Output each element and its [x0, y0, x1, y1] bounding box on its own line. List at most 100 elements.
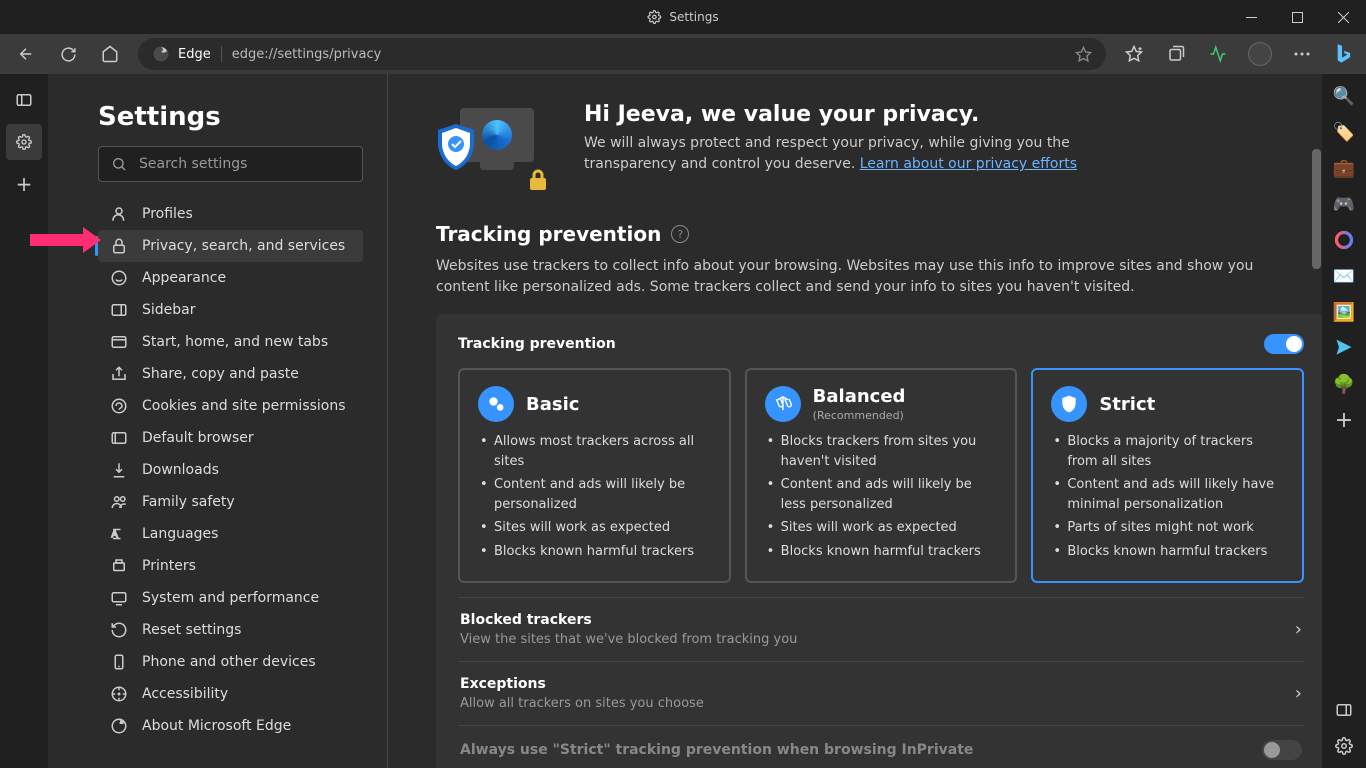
sidebar-item-accessibility[interactable]: Accessibility — [98, 678, 363, 710]
profile-avatar[interactable] — [1240, 36, 1280, 72]
refresh-button[interactable] — [48, 36, 88, 72]
tracking-card-basic[interactable]: Basic Allows most trackers across all si… — [458, 368, 731, 583]
nav-icon — [110, 685, 128, 703]
new-tab-button[interactable]: + — [6, 166, 42, 202]
nav-icon — [110, 237, 128, 255]
url-text: edge://settings/privacy — [232, 47, 382, 62]
sidebar-item-family-safety[interactable]: Family safety — [98, 486, 363, 518]
window-titlebar: Settings — [0, 0, 1366, 34]
nav-icon — [110, 301, 128, 319]
browser-toolbar: Edge edge://settings/privacy — [0, 34, 1366, 74]
info-icon[interactable]: ? — [671, 225, 689, 243]
inprivate-strict-row: Always use "Strict" tracking prevention … — [458, 725, 1304, 768]
tracking-panel: Tracking prevention Basic Allows most tr… — [436, 314, 1326, 768]
nav-icon — [110, 557, 128, 575]
sidebar-item-reset-settings[interactable]: Reset settings — [98, 614, 363, 646]
sidebar-item-appearance[interactable]: Appearance — [98, 262, 363, 294]
edge-logo-icon — [482, 120, 512, 150]
sidebar-item-default-browser[interactable]: Default browser — [98, 422, 363, 454]
search-icon — [111, 156, 127, 172]
nav-label: Accessibility — [142, 686, 228, 702]
tree-icon[interactable]: 🌳 — [1332, 372, 1356, 396]
tracking-toggle[interactable] — [1264, 334, 1304, 354]
nav-icon — [110, 653, 128, 671]
tracking-toggle-label: Tracking prevention — [458, 336, 616, 352]
nav-label: Downloads — [142, 462, 219, 478]
balanced-icon — [765, 386, 801, 422]
tracking-card-balanced[interactable]: Balanced(Recommended) Blocks trackers fr… — [745, 368, 1018, 583]
tracking-card-strict[interactable]: Strict Blocks a majority of trackers fro… — [1031, 368, 1304, 583]
blocked-trackers-row[interactable]: Blocked trackersView the sites that we'v… — [458, 597, 1304, 661]
sidebar-item-phone-and-other-devices[interactable]: Phone and other devices — [98, 646, 363, 678]
tools-icon[interactable]: 💼 — [1332, 156, 1356, 180]
image-edit-icon[interactable]: 🖼️ — [1332, 300, 1356, 324]
back-button[interactable] — [6, 36, 46, 72]
nav-label: Sidebar — [142, 302, 196, 318]
nav-icon — [110, 429, 128, 447]
chevron-right-icon: › — [1295, 619, 1302, 640]
tracking-description: Websites use trackers to collect info ab… — [436, 256, 1256, 298]
bing-button[interactable] — [1324, 36, 1360, 72]
performance-icon[interactable] — [1198, 36, 1238, 72]
sidebar-item-profiles[interactable]: Profiles — [98, 198, 363, 230]
privacy-hero: Hi Jeeva, we value your privacy. We will… — [436, 102, 1326, 192]
card-bullet: Blocks known harmful trackers — [765, 542, 998, 562]
inprivate-toggle — [1262, 740, 1302, 760]
microsoft-365-icon[interactable] — [1332, 228, 1356, 252]
maximize-button[interactable] — [1274, 0, 1320, 34]
card-bullet: Blocks a majority of trackers from all s… — [1051, 432, 1284, 471]
settings-search-input[interactable]: Search settings — [98, 146, 363, 182]
basic-icon — [478, 386, 514, 422]
favorites-hub-icon[interactable] — [1114, 36, 1154, 72]
bing-search-icon[interactable]: 🔍 — [1332, 84, 1356, 108]
strict-icon — [1051, 386, 1087, 422]
card-bullet: Parts of sites might not work — [1051, 518, 1284, 538]
sidebar-toggle-icon[interactable] — [1332, 698, 1356, 722]
nav-icon — [110, 205, 128, 223]
sidebar-item-sidebar[interactable]: Sidebar — [98, 294, 363, 326]
close-button[interactable] — [1320, 0, 1366, 34]
tab-actions-icon[interactable] — [6, 82, 42, 118]
address-bar[interactable]: Edge edge://settings/privacy — [138, 38, 1106, 70]
sidebar-item-about-microsoft-edge[interactable]: About Microsoft Edge — [98, 710, 363, 742]
browser-right-sidebar: 🔍 🏷️ 💼 🎮 ✉️ 🖼️ 🌳 + — [1322, 74, 1366, 768]
drop-icon[interactable] — [1332, 336, 1356, 360]
settings-tab-icon[interactable] — [6, 124, 42, 160]
collections-icon[interactable] — [1156, 36, 1196, 72]
sidebar-settings-icon[interactable] — [1332, 734, 1356, 758]
exceptions-row[interactable]: ExceptionsAllow all trackers on sites yo… — [458, 661, 1304, 725]
more-menu-icon[interactable] — [1282, 36, 1322, 72]
nav-icon — [110, 493, 128, 511]
vertical-tab-rail: + — [0, 74, 48, 768]
chevron-right-icon: › — [1295, 683, 1302, 704]
nav-label: Family safety — [142, 494, 235, 510]
nav-icon: A — [110, 525, 128, 543]
nav-label: Profiles — [142, 206, 193, 222]
home-button[interactable] — [90, 36, 130, 72]
sidebar-item-downloads[interactable]: Downloads — [98, 454, 363, 486]
outlook-icon[interactable]: ✉️ — [1332, 264, 1356, 288]
sidebar-item-system-and-performance[interactable]: System and performance — [98, 582, 363, 614]
sidebar-item-languages[interactable]: ALanguages — [98, 518, 363, 550]
card-bullet: Blocks known harmful trackers — [478, 542, 711, 562]
minimize-button[interactable] — [1228, 0, 1274, 34]
sidebar-item-share-copy-and-paste[interactable]: Share, copy and paste — [98, 358, 363, 390]
edge-logo-icon — [152, 45, 170, 63]
nav-icon — [110, 461, 128, 479]
card-bullet: Sites will work as expected — [478, 518, 711, 538]
sidebar-item-cookies-and-site-permissions[interactable]: Cookies and site permissions — [98, 390, 363, 422]
nav-label: Share, copy and paste — [142, 366, 299, 382]
privacy-learn-link[interactable]: Learn about our privacy efforts — [860, 156, 1077, 172]
add-sidebar-icon[interactable]: + — [1332, 408, 1356, 432]
sidebar-item-printers[interactable]: Printers — [98, 550, 363, 582]
sidebar-item-start-home-and-new-tabs[interactable]: Start, home, and new tabs — [98, 326, 363, 358]
favorite-star-icon[interactable] — [1075, 46, 1092, 63]
search-placeholder: Search settings — [139, 156, 247, 172]
shopping-icon[interactable]: 🏷️ — [1332, 120, 1356, 144]
card-bullet: Allows most trackers across all sites — [478, 432, 711, 471]
scrollbar[interactable] — [1312, 149, 1321, 269]
nav-icon — [110, 333, 128, 351]
svg-text:A: A — [112, 530, 119, 540]
games-icon[interactable]: 🎮 — [1332, 192, 1356, 216]
sidebar-item-privacy-search-and-services[interactable]: Privacy, search, and services — [98, 230, 363, 262]
